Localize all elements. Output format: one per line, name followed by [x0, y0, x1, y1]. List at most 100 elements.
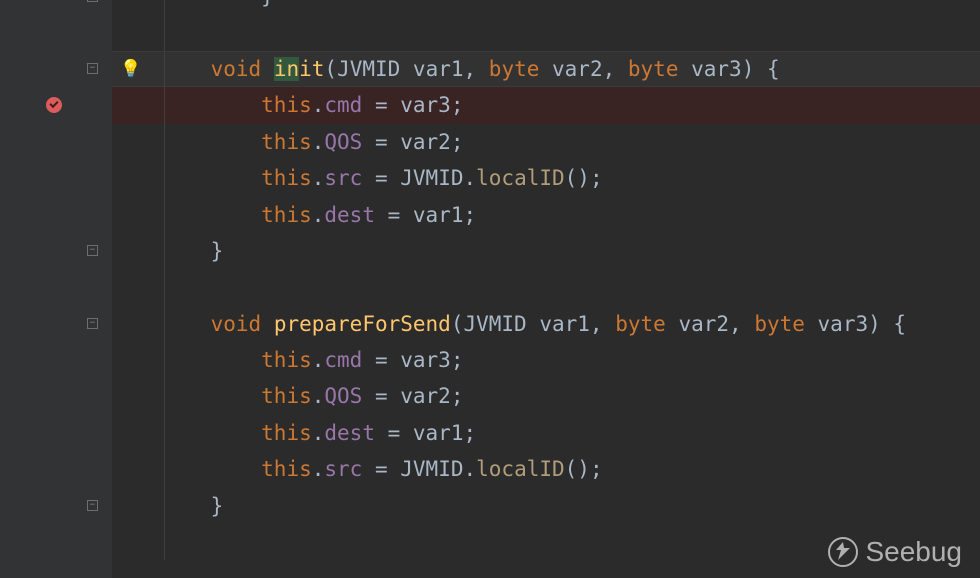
gutter-line[interactable] [0, 51, 112, 87]
token-punct [160, 421, 261, 445]
token-punct: , [464, 57, 489, 81]
token-method-decl-caret: init [274, 57, 325, 81]
token-field: cmd [324, 93, 362, 117]
code-line[interactable] [112, 269, 980, 305]
gutter-line[interactable] [0, 342, 112, 378]
watermark-text: Seebug [865, 536, 962, 568]
gutter-line[interactable] [0, 14, 112, 50]
indent-guide [164, 14, 165, 50]
token-punct: = [362, 166, 400, 190]
token-punct [160, 203, 261, 227]
code-line[interactable]: this.dest = var1; [112, 196, 980, 232]
code-content: this.dest = var1; [112, 203, 476, 227]
code-line[interactable]: this.src = JVMID.localID(); [112, 451, 980, 487]
token-punct: . [312, 384, 325, 408]
token-kw: this [261, 348, 312, 372]
seebug-logo-icon [827, 536, 859, 568]
token-punct: } [160, 239, 223, 263]
editor-gutter[interactable] [0, 0, 112, 578]
token-field: QOS [324, 130, 362, 154]
fold-collapse-icon[interactable] [87, 318, 98, 329]
fold-end-icon[interactable] [87, 0, 98, 2]
gutter-line[interactable] [0, 87, 112, 123]
indent-guide [164, 124, 165, 160]
token-punct: , [729, 312, 754, 336]
indent-guide [164, 342, 165, 378]
gutter-line[interactable] [0, 233, 112, 269]
token-method-call: localID [476, 457, 565, 481]
gutter-line[interactable] [0, 524, 112, 560]
gutter-line[interactable] [0, 451, 112, 487]
indent-guide [164, 87, 165, 123]
token-punct: = var1; [375, 203, 476, 227]
gutter-line[interactable] [0, 269, 112, 305]
token-field: QOS [324, 384, 362, 408]
gutter-line[interactable] [0, 0, 112, 14]
token-punct: var1 [527, 312, 590, 336]
token-kw: byte [628, 57, 679, 81]
indent-guide [164, 524, 165, 560]
token-punct: . [312, 130, 325, 154]
code-content: } [112, 0, 274, 8]
seebug-watermark: Seebug [827, 536, 962, 568]
gutter-line[interactable] [0, 415, 112, 451]
gutter-line[interactable] [0, 196, 112, 232]
token-punct [160, 457, 261, 481]
gutter-line[interactable] [0, 306, 112, 342]
token-kw: this [261, 384, 312, 408]
code-line[interactable]: this.src = JVMID.localID(); [112, 160, 980, 196]
gutter-line[interactable] [0, 378, 112, 414]
token-punct: . [312, 93, 325, 117]
token-punct: = var1; [375, 421, 476, 445]
fold-end-icon[interactable] [87, 500, 98, 511]
token-punct: ( [324, 57, 337, 81]
token-punct: (); [565, 166, 603, 190]
token-type: JVMID [400, 457, 463, 481]
code-line[interactable]: } [112, 487, 980, 523]
token-punct: var3 [805, 312, 868, 336]
token-punct: ( [451, 312, 464, 336]
token-punct: var3 [678, 57, 741, 81]
token-kw: this [261, 421, 312, 445]
intention-bulb-icon[interactable]: 💡 [120, 59, 141, 79]
gutter-line[interactable] [0, 160, 112, 196]
code-area[interactable]: } 💡 void init(JVMID var1, byte var2, byte… [112, 0, 980, 578]
gutter-line[interactable] [0, 124, 112, 160]
code-line[interactable]: } [112, 0, 980, 14]
code-line[interactable]: this.dest = var1; [112, 415, 980, 451]
code-line[interactable]: this.QOS = var2; [112, 378, 980, 414]
gutter-line[interactable] [0, 487, 112, 523]
token-punct [160, 93, 261, 117]
indent-guide [164, 160, 165, 196]
code-line[interactable]: this.cmd = var3; [112, 87, 980, 123]
token-punct [160, 130, 261, 154]
token-kw: void [211, 57, 262, 81]
code-line[interactable]: void prepareForSend(JVMID var1, byte var… [112, 306, 980, 342]
code-line[interactable]: this.QOS = var2; [112, 124, 980, 160]
indent-guide [164, 306, 165, 342]
code-line[interactable] [112, 14, 980, 50]
token-punct [160, 348, 261, 372]
code-line[interactable]: 💡 void init(JVMID var1, byte var2, byte … [112, 51, 980, 87]
token-punct [160, 384, 261, 408]
token-punct: var1 [400, 57, 463, 81]
breakpoint-icon[interactable] [46, 97, 62, 113]
indent-guide [164, 378, 165, 414]
code-content: this.src = JVMID.localID(); [112, 166, 603, 190]
fold-collapse-icon[interactable] [87, 63, 98, 74]
code-content: this.src = JVMID.localID(); [112, 457, 603, 481]
token-punct: . [312, 166, 325, 190]
token-punct: var2 [539, 57, 602, 81]
token-punct [261, 312, 274, 336]
token-field: dest [324, 203, 375, 227]
token-punct [160, 57, 211, 81]
token-field: src [324, 457, 362, 481]
indent-guide [164, 451, 165, 487]
indent-guide [164, 233, 165, 269]
code-line[interactable]: this.cmd = var3; [112, 342, 980, 378]
fold-end-icon[interactable] [87, 245, 98, 256]
code-editor[interactable]: } 💡 void init(JVMID var1, byte var2, byte… [0, 0, 980, 578]
token-punct [160, 166, 261, 190]
code-line[interactable]: } [112, 233, 980, 269]
code-content: void init(JVMID var1, byte var2, byte va… [112, 57, 780, 81]
